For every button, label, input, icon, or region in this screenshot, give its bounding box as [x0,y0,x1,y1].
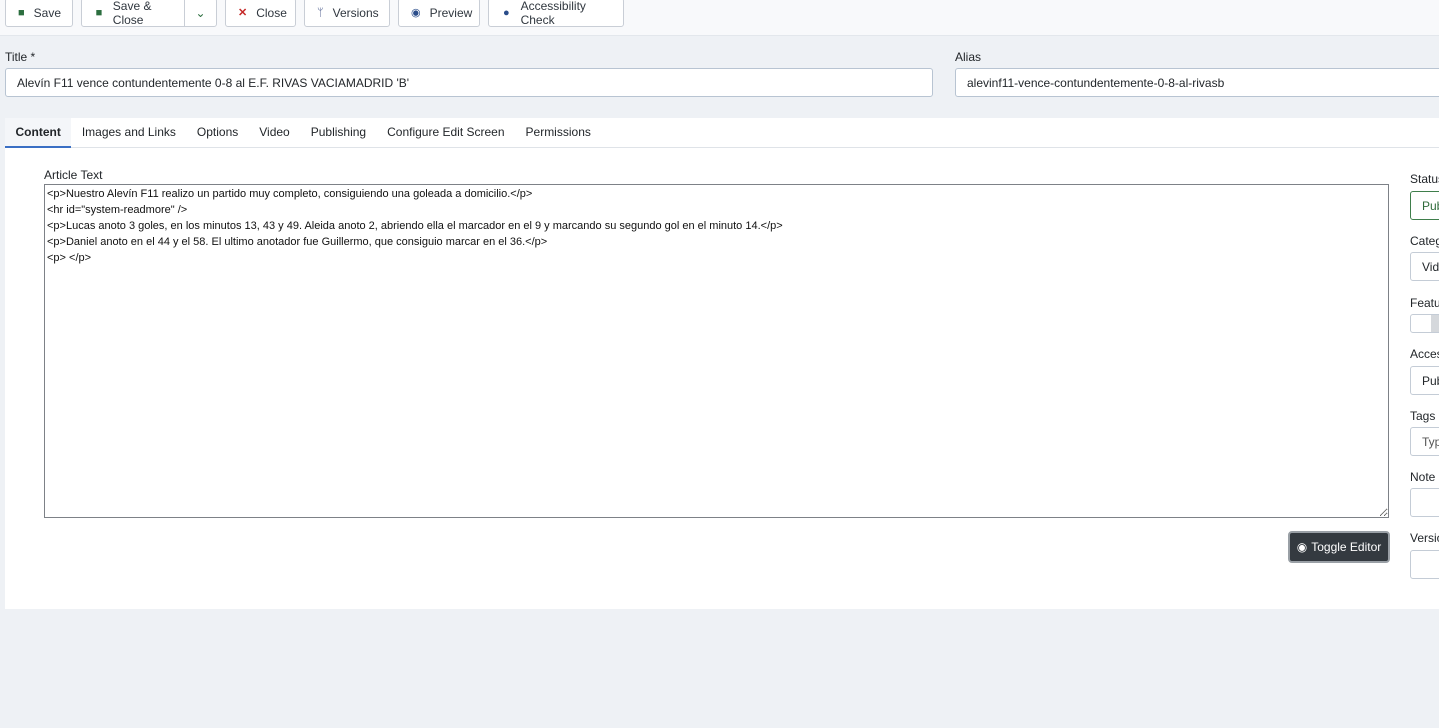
save-icon: ■ [95,6,103,19]
alias-input[interactable]: alevinf11-vence-contundentemente-0-8-al-… [955,68,1439,97]
tab-bar: Content Images and Links Options Video P… [5,118,1439,148]
tab-video[interactable]: Video [249,118,300,148]
tab-configure-edit-screen[interactable]: Configure Edit Screen [377,118,515,148]
article-text-label: Article Text [44,168,103,182]
note-input[interactable] [1410,488,1439,517]
eye-icon: ◉ [1296,540,1308,554]
content-panel: Content Images and Links Options Video P… [5,118,1439,609]
tab-publishing[interactable]: Publishing [300,118,376,148]
tags-label: Tags [1410,409,1436,423]
toolbar: ■ Save ■ Save & Close ⌄ ✕ Close ᛘ Versions ◉… [0,0,1439,36]
featured-toggle[interactable] [1410,314,1439,333]
access-label: Acces [1410,347,1439,361]
preview-button[interactable]: ◉ Preview [398,0,480,27]
title-label: Title * [5,50,36,64]
save-close-label: Save & Close [112,0,152,27]
status-select[interactable]: Pub [1410,191,1439,220]
eye-icon: ◉ [411,7,421,19]
versions-label: Versions [332,5,379,20]
tab-options[interactable]: Options [186,118,248,148]
close-button[interactable]: ✕ Close [225,0,296,27]
category-select[interactable]: Vid [1410,252,1439,281]
status-label: Status [1410,172,1439,186]
toggle-editor-label: Toggle Editor [1311,540,1382,554]
close-icon: ✕ [238,7,248,19]
version-note-input[interactable] [1410,550,1439,579]
save-close-button[interactable]: ■ Save & Close [81,0,185,27]
toggle-knob [1431,315,1439,332]
featured-label: Featur [1410,296,1439,310]
branch-icon: ᛘ [317,6,324,19]
tab-content[interactable]: Content [5,118,72,148]
toggle-editor-button[interactable]: ◉ Toggle Editor [1288,531,1390,563]
alias-label: Alias [955,50,982,64]
version-note-label: Versio [1410,531,1439,545]
accessibility-icon: ● [502,6,510,19]
accessibility-check-button[interactable]: ● Accessibility Check [488,0,624,27]
close-label: Close [256,5,287,20]
tags-input[interactable]: Typ [1410,427,1439,456]
accessibility-label: Accessibility Check [520,0,586,27]
save-label: Save [33,5,62,20]
access-select[interactable]: Pub [1410,366,1439,395]
preview-label: Preview [429,5,473,20]
tab-images-links[interactable]: Images and Links [71,118,186,148]
versions-button[interactable]: ᛘ Versions [304,0,390,27]
save-button[interactable]: ■ Save [5,0,73,27]
category-label: Categ [1410,234,1439,248]
save-icon: ■ [18,6,25,19]
chevron-down-icon: ⌄ [195,5,206,20]
note-label: Note [1410,470,1436,484]
title-input[interactable]: Alevín F11 vence contundentemente 0-8 al… [5,68,933,97]
article-text-editor[interactable]: <p>Nuestro Alevín F11 realizo un partido… [44,184,1389,518]
save-dropdown-button[interactable]: ⌄ [184,0,217,27]
tab-permissions[interactable]: Permissions [515,118,601,148]
